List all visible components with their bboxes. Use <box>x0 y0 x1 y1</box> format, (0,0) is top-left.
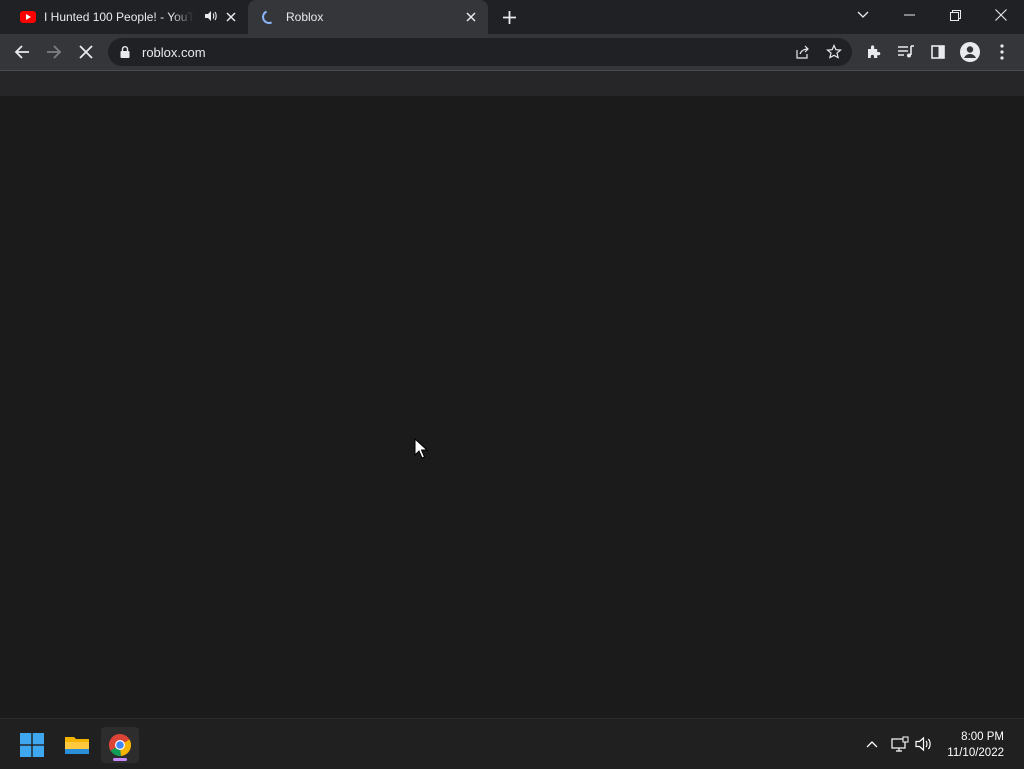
puzzle-icon <box>868 45 881 58</box>
folder-icon <box>65 737 89 754</box>
loading-spinner-icon <box>260 8 278 26</box>
minimize-button[interactable] <box>886 0 932 30</box>
chevron-down-icon <box>857 11 869 18</box>
avatar-icon <box>960 42 980 62</box>
stop-button[interactable] <box>72 38 100 66</box>
bookmark-star-icon[interactable] <box>824 42 844 62</box>
mouse-cursor-icon <box>414 438 428 459</box>
show-hidden-icons-button[interactable] <box>862 734 882 754</box>
tab-roblox[interactable]: Roblox <box>248 0 488 34</box>
windows-icon <box>20 733 44 757</box>
youtube-icon <box>20 11 36 23</box>
clock-time: 8:00 PM <box>961 731 1004 743</box>
tab-strip: I Hunted 100 People! - YouTube Roblox <box>0 0 1024 34</box>
active-indicator <box>113 758 127 761</box>
volume-icon[interactable] <box>914 734 934 754</box>
network-icon[interactable] <box>890 734 910 754</box>
speaker-icon[interactable] <box>204 9 218 25</box>
tab-youtube[interactable]: I Hunted 100 People! - YouTube <box>8 0 248 34</box>
clock[interactable]: 8:00 PM 11/10/2022 <box>947 729 1004 761</box>
arrow-right-icon <box>47 45 62 59</box>
share-icon[interactable] <box>792 42 812 62</box>
page-content <box>0 96 1024 718</box>
restore-button[interactable] <box>932 0 978 30</box>
clock-date: 11/10/2022 <box>947 747 1004 759</box>
new-tab-button[interactable] <box>498 6 520 28</box>
file-explorer-button[interactable] <box>58 727 96 763</box>
lock-icon <box>120 46 130 58</box>
forward-button[interactable] <box>40 38 68 66</box>
side-panel-icon <box>931 45 945 59</box>
url-text[interactable]: roblox.com <box>142 45 206 60</box>
close-icon[interactable] <box>222 8 240 26</box>
menu-button[interactable] <box>988 38 1016 66</box>
close-icon <box>79 45 93 59</box>
close-icon[interactable] <box>462 8 480 26</box>
arrow-left-icon <box>14 45 29 59</box>
music-queue-icon <box>898 45 914 58</box>
address-bar[interactable]: roblox.com <box>108 38 852 66</box>
taskbar: 8:00 PM 11/10/2022 <box>0 718 1024 769</box>
tab-search-button[interactable] <box>840 0 886 30</box>
side-panel-button[interactable] <box>924 38 952 66</box>
browser-toolbar: roblox.com <box>0 34 1024 71</box>
chrome-taskbar-button[interactable] <box>101 727 139 763</box>
media-control-button[interactable] <box>892 38 920 66</box>
back-button[interactable] <box>8 38 36 66</box>
page-loading-bar <box>0 71 1024 96</box>
more-vert-icon <box>1000 44 1004 60</box>
tab-title: I Hunted 100 People! - YouTube <box>44 10 194 24</box>
start-button[interactable] <box>13 727 51 763</box>
close-window-button[interactable] <box>978 0 1024 30</box>
chrome-icon <box>109 734 132 757</box>
chevron-up-icon <box>866 741 878 748</box>
extensions-button[interactable] <box>860 38 888 66</box>
profile-button[interactable] <box>956 38 984 66</box>
tab-title: Roblox <box>286 10 324 24</box>
